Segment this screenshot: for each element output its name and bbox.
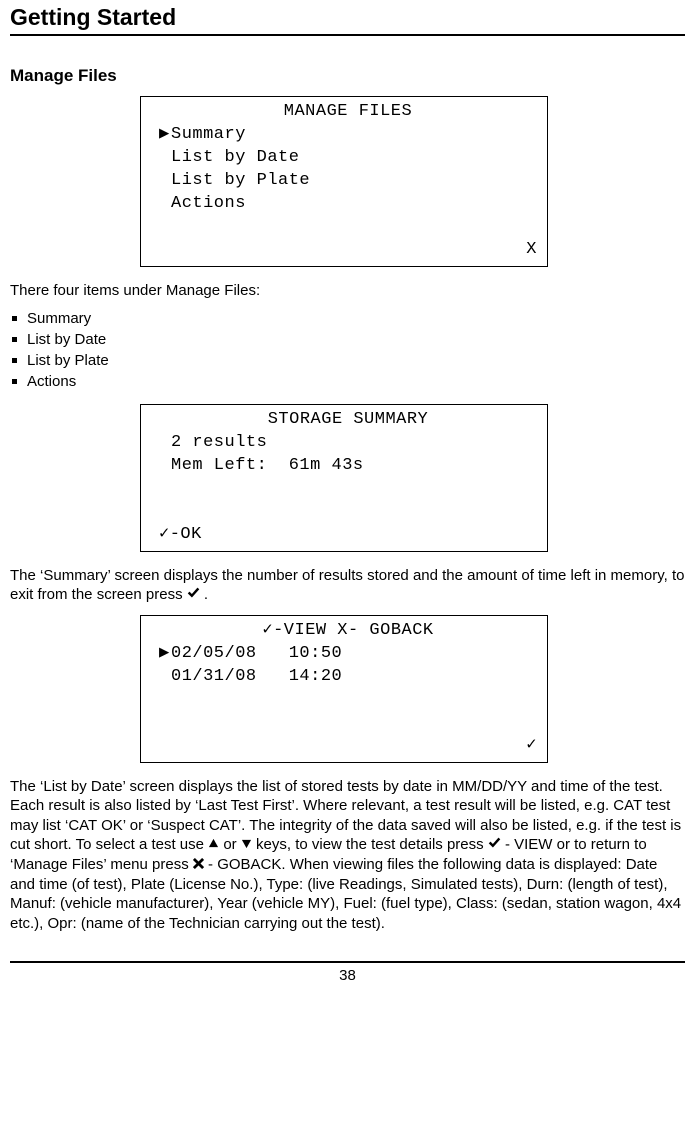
- page-title: Getting Started: [10, 4, 685, 31]
- lcd-row: List by Plate: [159, 170, 537, 193]
- bullet-icon: [12, 337, 17, 342]
- text-fragment: keys, to view the test details press: [252, 836, 488, 853]
- arrow-up-icon: [208, 835, 219, 855]
- lcd-title: ✓-VIEW X- GOBACK: [159, 620, 537, 643]
- bullet-text: Summary: [27, 310, 91, 327]
- lcd-row: 01/31/08 14:20: [159, 666, 537, 689]
- lcd-text: 01/31/08 14:20: [171, 667, 342, 686]
- arrow-down-icon: [241, 835, 252, 855]
- list-item: List by Date: [10, 331, 685, 348]
- footer-rule: [10, 961, 685, 963]
- page-number: 38: [10, 967, 685, 984]
- lcd-row: ▶02/05/08 10:50: [159, 643, 537, 666]
- bullet-text: Actions: [27, 373, 76, 390]
- list-item: Actions: [10, 373, 685, 390]
- section-title: Manage Files: [10, 66, 685, 86]
- lcd-text: Mem Left: 61m 43s: [171, 456, 364, 475]
- bullet-list: Summary List by Date List by Plate Actio…: [10, 310, 685, 390]
- lcd-blank: [159, 712, 537, 735]
- lcd-item: Summary: [171, 125, 246, 144]
- lcd-list-by-date: ✓-VIEW X- GOBACK ▶02/05/08 10:50 01/31/0…: [140, 615, 548, 763]
- lcd-row: 2 results: [159, 432, 537, 455]
- lcd-item: List by Plate: [171, 171, 310, 190]
- list-by-date-paragraph: The ‘List by Date’ screen displays the l…: [10, 777, 685, 934]
- lcd-title: MANAGE FILES: [159, 101, 537, 124]
- list-item: List by Plate: [10, 352, 685, 369]
- bullet-icon: [12, 316, 17, 321]
- bullet-icon: [12, 358, 17, 363]
- intro-paragraph: There four items under Manage Files:: [10, 281, 685, 301]
- text-fragment: or: [219, 836, 241, 853]
- text-fragment: The ‘Summary’ screen displays the number…: [10, 567, 684, 604]
- lcd-storage-summary: STORAGE SUMMARY 2 results Mem Left: 61m …: [140, 404, 548, 552]
- summary-paragraph: The ‘Summary’ screen displays the number…: [10, 566, 685, 605]
- lcd-row: List by Date: [159, 147, 537, 170]
- title-rule: [10, 34, 685, 36]
- lcd-blank: [159, 216, 537, 239]
- bullet-icon: [12, 379, 17, 384]
- lcd-corner: ✓: [159, 735, 537, 758]
- text-fragment: .: [200, 586, 208, 603]
- lcd-blank: [159, 478, 537, 501]
- check-icon: [488, 835, 501, 855]
- lcd-text: 02/05/08 10:50: [171, 644, 342, 663]
- list-item: Summary: [10, 310, 685, 327]
- x-icon: [193, 855, 204, 875]
- lcd-text: 2 results: [171, 433, 267, 452]
- lcd-row: Actions: [159, 193, 537, 216]
- lcd-blank: [159, 501, 537, 524]
- check-icon: [187, 585, 200, 605]
- lcd-item: Actions: [171, 194, 246, 213]
- lcd-blank: [159, 689, 537, 712]
- lcd-item: List by Date: [171, 148, 299, 167]
- lcd-title: STORAGE SUMMARY: [159, 409, 537, 432]
- lcd-corner: X: [159, 239, 537, 262]
- bullet-text: List by Plate: [27, 352, 109, 369]
- lcd-manage-files: MANAGE FILES ▶Summary List by Date List …: [140, 96, 548, 267]
- lcd-row: ▶Summary: [159, 124, 537, 147]
- lcd-row: Mem Left: 61m 43s: [159, 455, 537, 478]
- bullet-text: List by Date: [27, 331, 106, 348]
- lcd-footer: ✓-OK: [159, 524, 537, 547]
